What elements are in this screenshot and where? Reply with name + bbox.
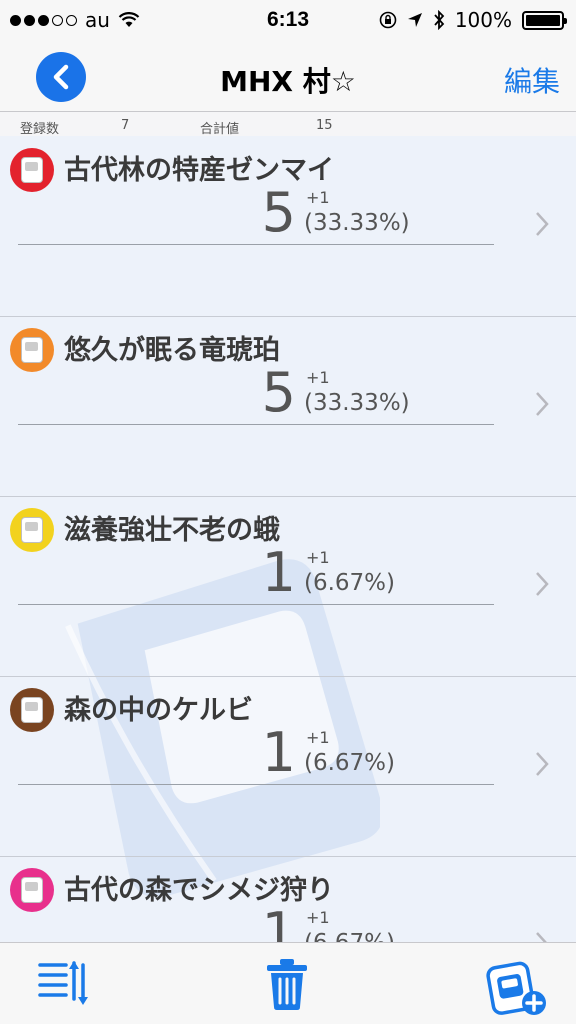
registered-count-value: 7: [121, 118, 130, 133]
edit-button[interactable]: 編集: [504, 60, 560, 100]
item-icon: [10, 868, 54, 912]
chevron-right-icon: [536, 572, 549, 596]
rotation-lock-icon: [379, 11, 397, 29]
row-separator: [0, 856, 576, 857]
trash-icon[interactable]: [264, 957, 310, 1011]
item-count: 5: [261, 181, 296, 244]
item-count: 1: [261, 541, 296, 604]
item-name: 悠久が眠る竜琥珀: [64, 335, 280, 366]
registered-count-label: 登録数: [20, 122, 60, 137]
item-delta: +1: [306, 368, 330, 387]
item-percent: (33.33%): [304, 390, 410, 416]
item-percent: (6.67%): [304, 930, 395, 942]
item-delta: +1: [306, 728, 330, 747]
item-percent: (6.67%): [304, 570, 396, 596]
item-underline: [18, 424, 494, 425]
list-item[interactable]: 森の中のケルビ 1 +1 (6.67%): [0, 676, 576, 856]
battery-icon: [522, 10, 567, 30]
total-value: 15: [316, 118, 333, 133]
chevron-right-icon: [536, 392, 549, 416]
chevron-right-icon: [536, 932, 547, 942]
status-bar: au 6:13 100%: [0, 0, 576, 40]
location-arrow-icon: [407, 13, 422, 27]
item-count: 1: [261, 901, 296, 943]
item-list[interactable]: 古代林の特産ゼンマイ 5 +1 (33.33%) 悠久が眠る竜琥珀 5 +1 (…: [0, 136, 576, 942]
add-item-icon[interactable]: [484, 957, 548, 1017]
summary-bar: 登録数 7 合計値 15: [0, 112, 576, 137]
chevron-right-icon: [536, 212, 549, 236]
item-icon: [10, 328, 54, 372]
item-icon: [10, 508, 54, 552]
total-label: 合計値: [200, 122, 240, 137]
item-percent: (6.67%): [304, 750, 396, 776]
item-delta: +1: [306, 548, 330, 567]
navigation-bar: MHX 村☆ 編集: [0, 40, 576, 112]
row-separator: [0, 316, 576, 317]
status-right: 100%: [379, 8, 567, 32]
bluetooth-icon: [434, 10, 445, 30]
item-underline: [18, 244, 494, 245]
item-percent: (33.33%): [304, 210, 410, 236]
row-separator: [0, 676, 576, 677]
item-count: 1: [261, 721, 296, 784]
item-delta: +1: [306, 188, 330, 207]
item-name: 森の中のケルビ: [64, 695, 253, 726]
item-icon: [10, 148, 54, 192]
item-delta: +1: [306, 908, 330, 927]
item-count: 5: [261, 361, 296, 424]
list-item[interactable]: 古代の森でシメジ狩り 1 +1 (6.67%): [0, 856, 576, 942]
item-underline: [18, 784, 494, 785]
item-underline: [18, 604, 494, 605]
bottom-toolbar: [0, 942, 576, 1024]
chevron-right-icon: [536, 752, 549, 776]
page-title: MHX 村☆: [220, 65, 356, 98]
list-item[interactable]: 滋養強壮不老の蛾 1 +1 (6.67%): [0, 496, 576, 676]
item-icon: [10, 688, 54, 732]
row-separator: [0, 496, 576, 497]
sort-icon[interactable]: [36, 957, 90, 1007]
list-item[interactable]: 悠久が眠る竜琥珀 5 +1 (33.33%): [0, 316, 576, 496]
item-name: 滋養強壮不老の蛾: [64, 515, 280, 546]
battery-percent: 100%: [454, 8, 512, 32]
list-item[interactable]: 古代林の特産ゼンマイ 5 +1 (33.33%): [0, 136, 576, 316]
